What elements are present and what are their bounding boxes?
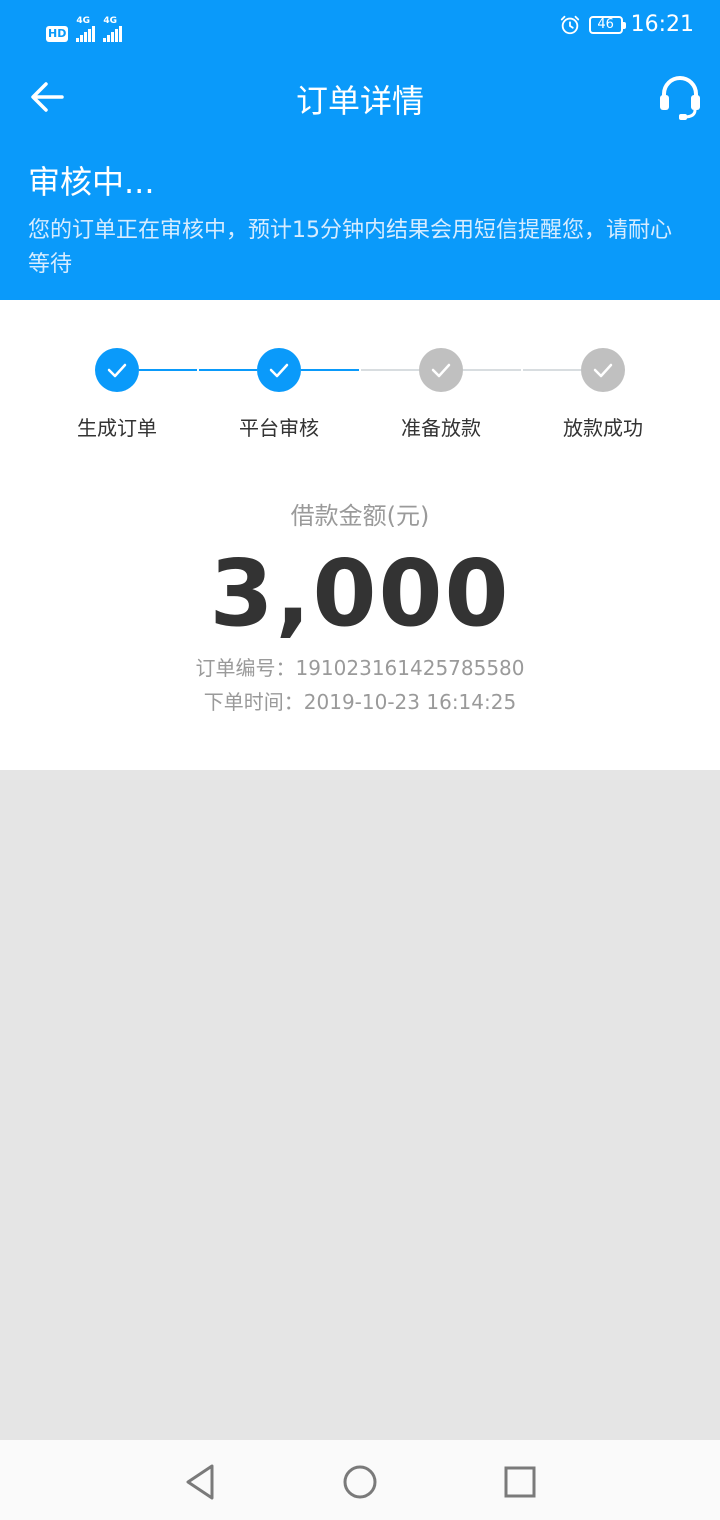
system-navigation-bar	[0, 1440, 720, 1520]
step-platform-review: 平台审核	[199, 348, 359, 441]
app-header: 订单详情	[0, 56, 720, 138]
signal-label: 4G	[103, 16, 117, 26]
status-bar-left: HD 4G 4G	[46, 16, 123, 42]
step-label: 生成订单	[77, 416, 157, 440]
step-disbursement-success: 放款成功	[523, 348, 683, 441]
order-number: 订单编号：191023161425785580	[195, 656, 525, 680]
step-check-icon	[419, 348, 463, 392]
step-check-icon	[581, 348, 625, 392]
status-bar-right: 46 16:21	[559, 12, 694, 37]
order-status-title: 审核中...	[28, 163, 155, 201]
order-status-banner: 审核中... 您的订单正在审核中，预计15分钟内结果会用短信提醒您，请耐心等待	[0, 138, 720, 300]
signal-icon: 4G	[103, 16, 123, 42]
step-check-icon	[257, 348, 301, 392]
order-status-description: 您的订单正在审核中，预计15分钟内结果会用短信提醒您，请耐心等待	[28, 218, 672, 277]
nav-home-circle-icon[interactable]	[340, 1462, 380, 1502]
customer-service-button[interactable]	[656, 72, 704, 122]
step-check-icon	[95, 348, 139, 392]
step-label: 平台审核	[239, 416, 319, 440]
clock-time: 16:21	[630, 12, 694, 37]
battery-icon: 46	[588, 15, 626, 34]
loan-amount-value: 3,000	[209, 540, 511, 647]
step-create-order: 生成订单	[37, 348, 197, 441]
nav-recents-square-icon[interactable]	[500, 1462, 540, 1502]
alarm-clock-icon	[560, 15, 579, 34]
step-label: 准备放款	[401, 416, 481, 440]
progress-steps: 生成订单 平台审核 准备放款 放款成功	[0, 348, 720, 448]
order-time: 下单时间：2019-10-23 16:14:25	[203, 690, 517, 714]
page-title: 订单详情	[295, 82, 424, 120]
step-label: 放款成功	[563, 416, 643, 440]
hd-badge: HD	[46, 26, 69, 42]
status-bar: HD 4G 4G 46 16:21	[0, 0, 720, 56]
nav-back-triangle-icon[interactable]	[180, 1462, 220, 1502]
loan-amount-label: 借款金额(元)	[290, 502, 430, 530]
signal-label: 4G	[76, 16, 90, 26]
order-card: 生成订单 平台审核 准备放款 放款成功 借款金额(元) 3,000 订单编号：1…	[0, 300, 720, 770]
step-prepare-disbursement: 准备放款	[361, 348, 521, 441]
headset-icon	[660, 76, 700, 120]
signal-icon: 4G	[76, 16, 96, 42]
